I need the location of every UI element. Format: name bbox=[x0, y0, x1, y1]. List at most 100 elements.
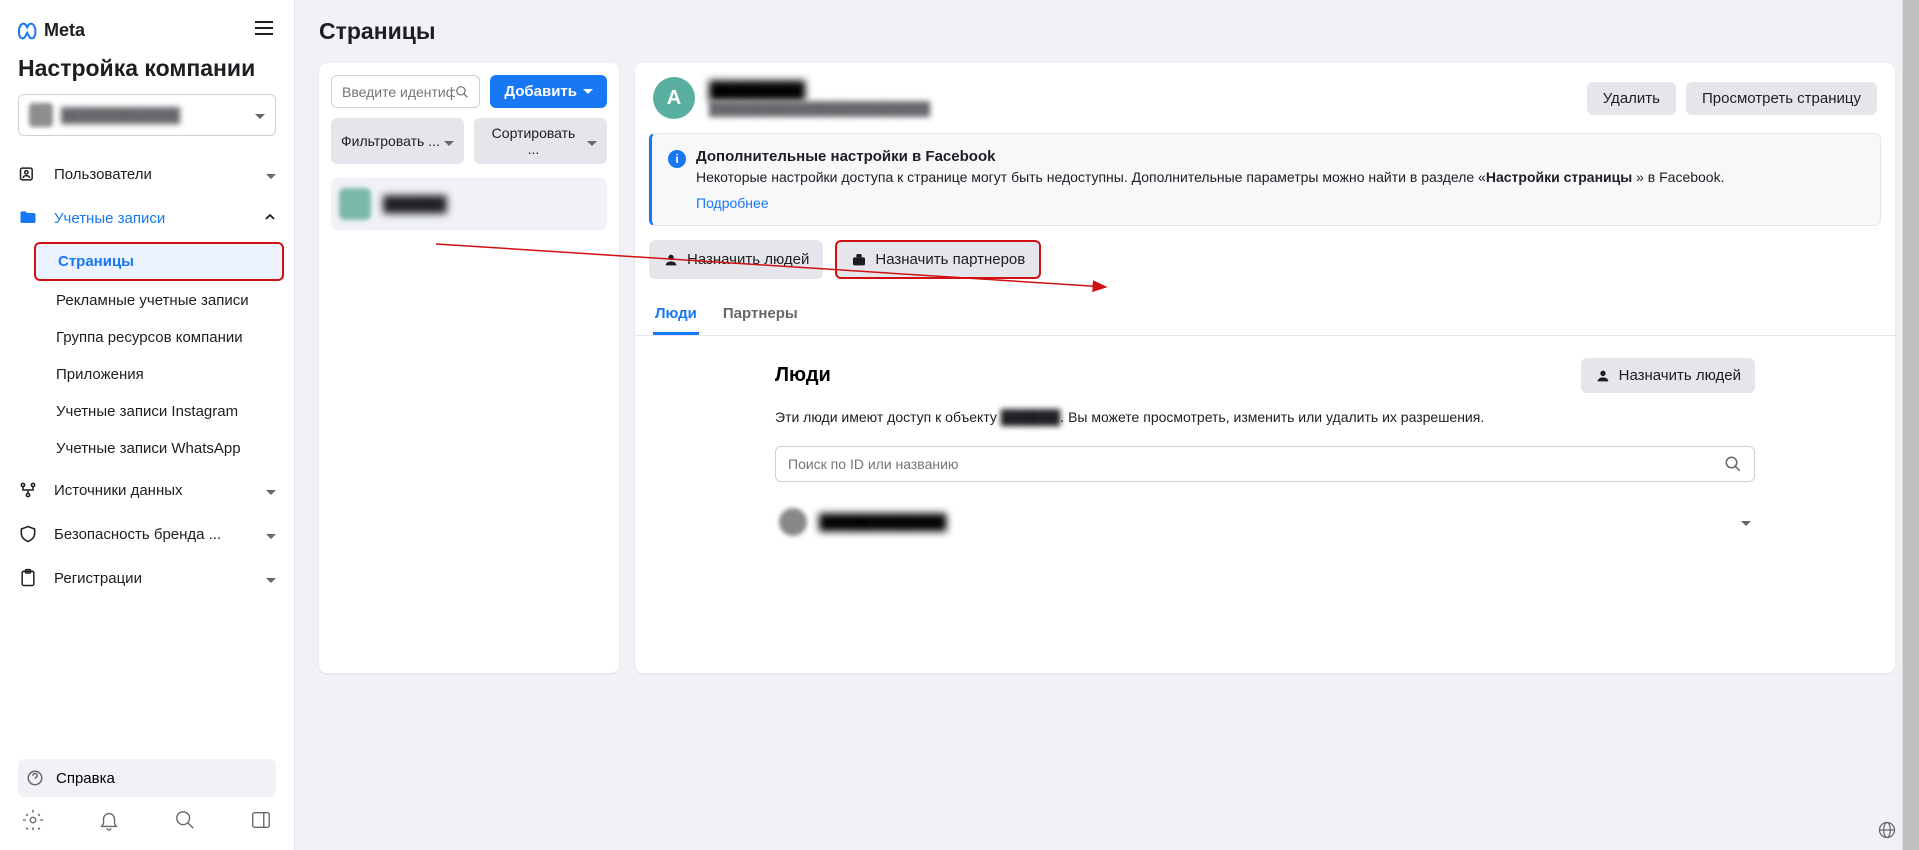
briefcase-icon bbox=[851, 252, 867, 268]
tabs: Люди Партнеры bbox=[635, 295, 1895, 336]
sidebar: Meta Настройка компании ████████████ Пол… bbox=[0, 0, 295, 850]
person-add-icon bbox=[1595, 368, 1611, 384]
chevron-down-icon bbox=[262, 526, 276, 543]
detail-actions: Удалить Просмотреть страницу bbox=[1587, 82, 1877, 115]
help-label: Справка bbox=[56, 770, 115, 787]
hamburger-menu-button[interactable] bbox=[252, 16, 276, 45]
page-title: Страницы bbox=[319, 18, 1895, 45]
search-button[interactable] bbox=[174, 809, 196, 836]
scroll-thumb[interactable] bbox=[1903, 0, 1919, 850]
info-learn-more-link[interactable]: Подробнее bbox=[696, 195, 769, 211]
layout-button[interactable] bbox=[250, 809, 272, 836]
nav-brand-label: Безопасность бренда ... bbox=[54, 526, 221, 543]
chevron-down-icon bbox=[262, 570, 276, 587]
sidebar-header: Meta Настройка компании ████████████ bbox=[0, 0, 294, 144]
accounts-subnav: Страницы Рекламные учетные записи Группа… bbox=[10, 242, 284, 466]
chevron-down-icon bbox=[583, 133, 597, 149]
globe-icon[interactable] bbox=[1877, 820, 1897, 840]
info-icon: i bbox=[668, 150, 686, 168]
nav-accounts[interactable]: Учетные записи bbox=[10, 196, 284, 240]
search-input[interactable] bbox=[342, 84, 455, 100]
people-head: Люди Назначить людей bbox=[775, 358, 1755, 393]
assign-people-button[interactable]: Назначить людей bbox=[649, 240, 823, 279]
scrollbar[interactable] bbox=[1902, 0, 1919, 850]
detail-avatar: А bbox=[653, 77, 695, 119]
nav-users[interactable]: Пользователи bbox=[10, 152, 284, 196]
nav-resource-group[interactable]: Группа ресурсов компании bbox=[34, 320, 284, 355]
help-icon bbox=[26, 769, 44, 787]
page-item-name: ██████ bbox=[383, 196, 447, 213]
assign-partners-button[interactable]: Назначить партнеров bbox=[835, 240, 1041, 279]
company-name: ████████████ bbox=[61, 107, 180, 123]
assign-people-button-2[interactable]: Назначить людей bbox=[1581, 358, 1755, 393]
people-search[interactable] bbox=[775, 446, 1755, 482]
chevron-up-icon bbox=[264, 210, 276, 227]
caret-down-icon bbox=[583, 89, 593, 94]
nav-list: Пользователи Учетные записи Страницы Рек… bbox=[0, 144, 294, 749]
chevron-down-icon bbox=[440, 133, 454, 149]
data-sources-icon bbox=[18, 480, 42, 500]
pages-list-panel: Добавить Фильтровать ... Сортировать ...… bbox=[319, 63, 619, 673]
nav-instagram[interactable]: Учетные записи Instagram bbox=[34, 394, 284, 429]
person-add-icon bbox=[663, 252, 679, 268]
tab-partners[interactable]: Партнеры bbox=[721, 295, 800, 335]
settings-button[interactable] bbox=[22, 809, 44, 836]
footer-icons bbox=[18, 809, 276, 836]
filter-row: Фильтровать ... Сортировать ... bbox=[331, 118, 607, 164]
detail-header: А ████████ ████████████████████████ Удал… bbox=[635, 63, 1895, 133]
search-icon bbox=[174, 809, 196, 831]
nav-users-label: Пользователи bbox=[54, 166, 152, 183]
page-avatar bbox=[339, 188, 371, 220]
page-list-item[interactable]: ██████ bbox=[331, 178, 607, 230]
people-list-item[interactable]: ████████████ bbox=[775, 502, 1755, 542]
chevron-down-icon bbox=[262, 166, 276, 183]
search-box[interactable] bbox=[331, 75, 480, 108]
nav-accounts-label: Учетные записи bbox=[54, 210, 165, 227]
search-icon bbox=[455, 84, 469, 100]
chevron-down-icon bbox=[251, 106, 265, 124]
meta-icon bbox=[18, 20, 40, 42]
nav-apps[interactable]: Приложения bbox=[34, 357, 284, 392]
bell-icon bbox=[98, 809, 120, 831]
meta-logo[interactable]: Meta bbox=[18, 20, 85, 42]
person-name: ████████████ bbox=[819, 514, 1725, 531]
folder-icon bbox=[18, 208, 42, 228]
assign-row: Назначить людей Назначить партнеров bbox=[635, 240, 1895, 295]
info-banner: i Дополнительные настройки в Facebook Не… bbox=[649, 133, 1881, 226]
detail-sub: ████████████████████████ bbox=[709, 101, 1573, 116]
sort-button[interactable]: Сортировать ... bbox=[474, 118, 607, 164]
people-search-input[interactable] bbox=[788, 456, 1724, 472]
clipboard-icon bbox=[18, 568, 42, 588]
nav-reg-label: Регистрации bbox=[54, 570, 142, 587]
panels: Добавить Фильтровать ... Сортировать ...… bbox=[319, 63, 1895, 673]
company-selector[interactable]: ████████████ bbox=[18, 94, 276, 136]
add-button[interactable]: Добавить bbox=[490, 75, 607, 108]
help-button[interactable]: Справка bbox=[18, 759, 276, 797]
nav-ad-accounts[interactable]: Рекламные учетные записи bbox=[34, 283, 284, 318]
nav-registrations[interactable]: Регистрации bbox=[10, 556, 284, 600]
tab-people[interactable]: Люди bbox=[653, 295, 699, 335]
sidebar-title: Настройка компании bbox=[18, 55, 276, 82]
view-page-button[interactable]: Просмотреть страницу bbox=[1686, 82, 1877, 115]
hamburger-icon bbox=[252, 16, 276, 40]
info-title: Дополнительные настройки в Facebook bbox=[696, 148, 1724, 165]
notifications-button[interactable] bbox=[98, 809, 120, 836]
people-section: Люди Назначить людей Эти люди имеют дост… bbox=[635, 336, 1895, 560]
delete-button[interactable]: Удалить bbox=[1587, 82, 1676, 115]
users-icon bbox=[18, 164, 42, 184]
person-avatar bbox=[779, 508, 807, 536]
nav-data-label: Источники данных bbox=[54, 482, 183, 499]
search-add-row: Добавить bbox=[331, 75, 607, 108]
people-desc: Эти люди имеют доступ к объекту ██████. … bbox=[775, 407, 1755, 428]
nav-data-sources[interactable]: Источники данных bbox=[10, 468, 284, 512]
company-avatar bbox=[29, 103, 53, 127]
search-icon bbox=[1724, 455, 1742, 473]
nav-pages[interactable]: Страницы bbox=[34, 242, 284, 281]
nav-whatsapp[interactable]: Учетные записи WhatsApp bbox=[34, 431, 284, 466]
logo-row: Meta bbox=[18, 16, 276, 45]
info-body: Некоторые настройки доступа к странице м… bbox=[696, 169, 1724, 185]
chevron-down-icon bbox=[262, 482, 276, 499]
nav-brand-safety[interactable]: Безопасность бренда ... bbox=[10, 512, 284, 556]
filter-button[interactable]: Фильтровать ... bbox=[331, 118, 464, 164]
people-title: Люди bbox=[775, 364, 831, 387]
